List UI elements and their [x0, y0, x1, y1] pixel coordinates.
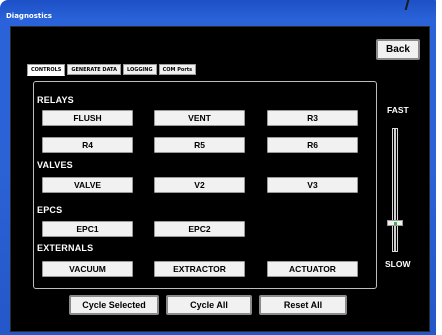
valves-label: VALVES — [37, 160, 73, 170]
epc2-button[interactable]: EPC2 — [154, 221, 245, 237]
r5-button[interactable]: R5 — [154, 137, 245, 153]
v2-button[interactable]: V2 — [154, 177, 245, 193]
cycle-all-button[interactable]: Cycle All — [166, 295, 252, 315]
extractor-button[interactable]: EXTRACTOR — [154, 261, 245, 277]
v3-button[interactable]: V3 — [267, 177, 358, 193]
externals-label: EXTERNALS — [37, 243, 94, 253]
r3-button[interactable]: R3 — [267, 110, 358, 126]
speed-slider-track[interactable] — [392, 128, 398, 252]
slow-label: SLOW — [385, 259, 411, 269]
vent-button[interactable]: VENT — [154, 110, 245, 126]
reset-all-button[interactable]: Reset All — [259, 295, 347, 315]
r6-button[interactable]: R6 — [267, 137, 358, 153]
tab-bar: CONTROLS GENERATE DATA LOGGING COM Ports — [27, 64, 197, 76]
diagnostics-screen: Back CONTROLS GENERATE DATA LOGGING COM … — [10, 26, 430, 332]
slider-thumb-icon[interactable] — [387, 220, 403, 227]
vacuum-button[interactable]: VACUUM — [42, 261, 133, 277]
back-button[interactable]: Back — [376, 39, 420, 60]
window-edge — [436, 0, 442, 335]
valve-button[interactable]: VALVE — [42, 177, 133, 193]
relays-label: RELAYS — [37, 95, 74, 105]
fast-label: FAST — [387, 105, 409, 115]
actuator-button[interactable]: ACTUATOR — [267, 261, 358, 277]
tab-com-ports[interactable]: COM Ports — [158, 64, 197, 75]
r4-button[interactable]: R4 — [42, 137, 133, 153]
epcs-label: EPCS — [37, 205, 63, 215]
flush-button[interactable]: FLUSH — [42, 110, 133, 126]
window-title: Diagnostics — [6, 12, 52, 20]
tab-generate-data[interactable]: GENERATE DATA — [67, 64, 121, 75]
epc1-button[interactable]: EPC1 — [42, 221, 133, 237]
tab-controls[interactable]: CONTROLS — [27, 64, 66, 76]
cycle-selected-button[interactable]: Cycle Selected — [69, 295, 159, 315]
speed-slider-groove — [394, 129, 396, 251]
tab-logging[interactable]: LOGGING — [122, 64, 157, 75]
